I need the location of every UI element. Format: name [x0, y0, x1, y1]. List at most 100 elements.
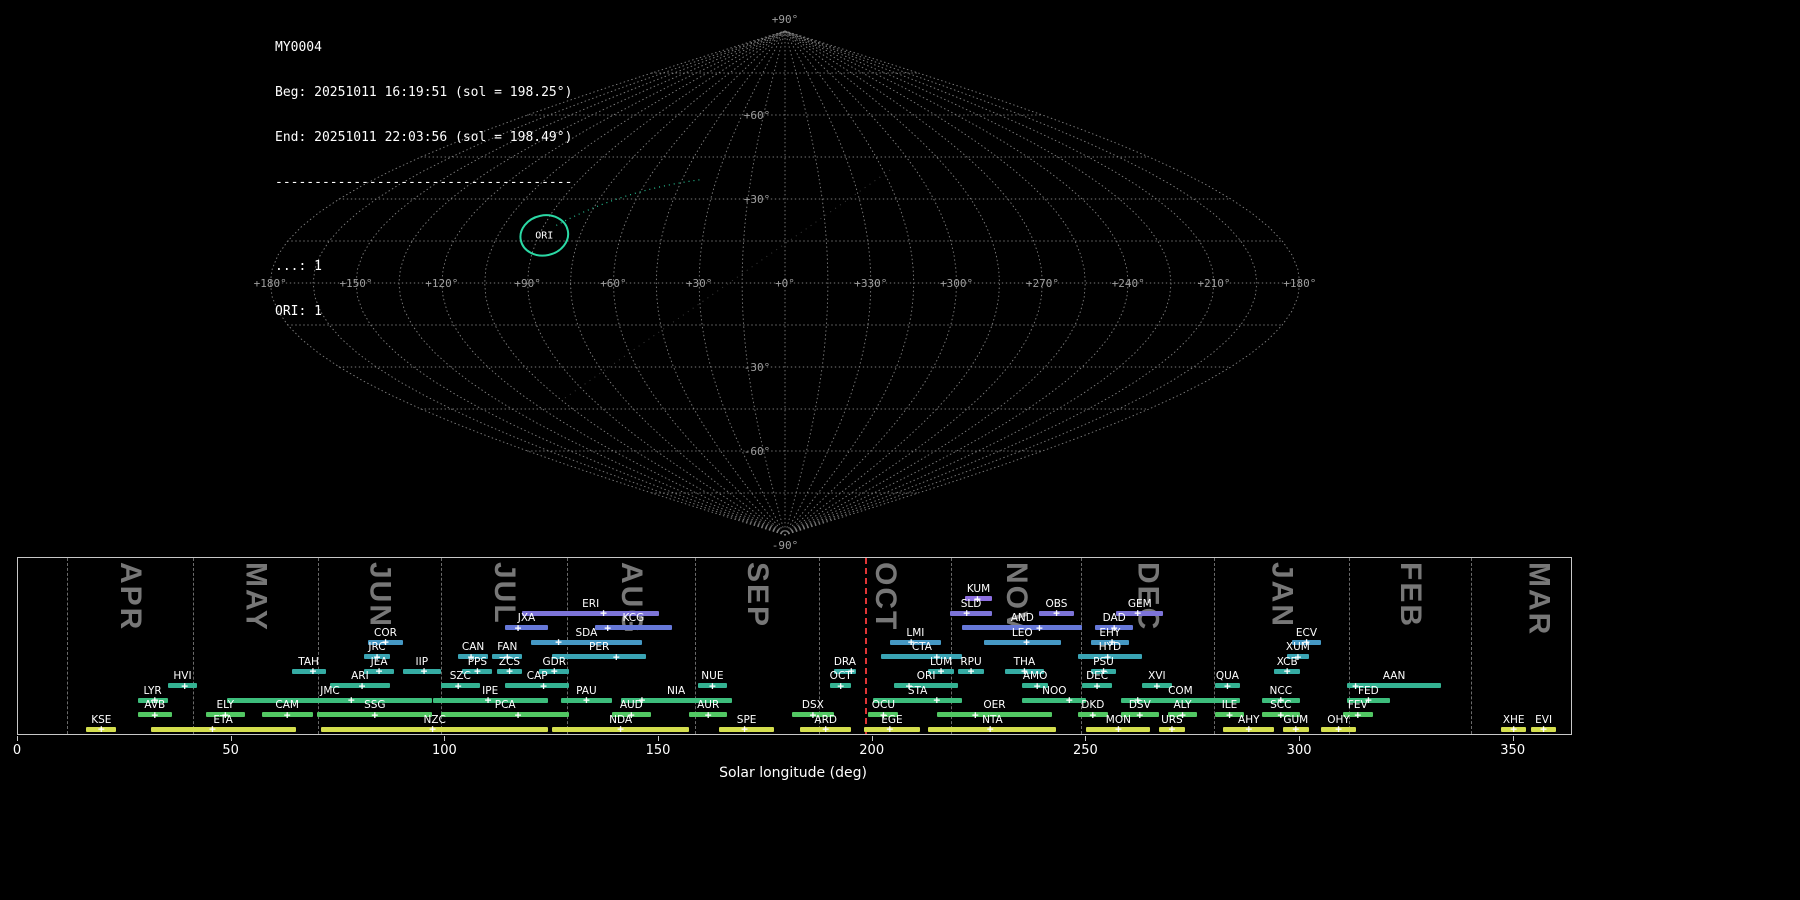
shower-peak-kse: +: [98, 724, 105, 735]
shower-bar-sda: [531, 640, 642, 645]
month-boundary-line: [67, 558, 68, 734]
shower-peak-iip: +: [421, 666, 428, 677]
shower-peak-jea: +: [376, 666, 383, 677]
shower-peak-szc: +: [455, 680, 462, 691]
shower-peak-xcb: +: [1284, 666, 1291, 677]
count-sporadic: ...: 1: [275, 259, 572, 274]
shower-bar-noo: [1022, 698, 1086, 703]
shower-peak-ahy: +: [1245, 724, 1252, 735]
observation-begin: Beg: 20251011 16:19:51 (sol = 198.25°): [275, 85, 572, 100]
shower-peak-kcg: +: [604, 622, 611, 633]
shower-peak-ard: +: [822, 724, 829, 735]
shower-peak-jmc: +: [348, 695, 355, 706]
radiant-drift-trail: [556, 179, 703, 225]
shower-peak-evi: +: [1540, 724, 1547, 735]
shower-label-eta: ETA: [213, 714, 232, 726]
shower-peak-ipe: +: [485, 695, 492, 706]
shower-peak-mon: +: [1115, 724, 1122, 735]
shower-peak-zcs: +: [506, 666, 513, 677]
x-tick-mark: [231, 736, 232, 741]
x-tick-mark: [1513, 736, 1514, 741]
shower-bar-eta: [151, 727, 296, 732]
month-label-apr: APR: [113, 562, 147, 631]
shower-peak-rpu: +: [968, 666, 975, 677]
lon-label: +300°: [940, 277, 973, 290]
lon-label: +210°: [1197, 277, 1230, 290]
x-tick-mark: [17, 736, 18, 741]
shower-label-nia: NIA: [667, 685, 685, 697]
x-tick-mark: [1299, 736, 1300, 741]
info-separator: --------------------------------------: [275, 175, 572, 190]
shower-label-jmc: JMC: [320, 685, 340, 697]
shower-peak-obs: +: [1053, 608, 1060, 619]
shower-label-ori: ORI: [917, 670, 936, 682]
x-tick-label: 300: [1287, 743, 1312, 758]
shower-peak-fev: +: [1354, 709, 1361, 720]
shower-peak-xhe: +: [1510, 724, 1517, 735]
x-tick-mark: [872, 736, 873, 741]
shower-peak-nta: +: [987, 724, 994, 735]
shower-peak-gum: +: [1292, 724, 1299, 735]
shower-label-eri: ERI: [582, 598, 599, 610]
x-tick-mark: [658, 736, 659, 741]
shower-label-per: PER: [589, 641, 609, 653]
shower-label-com: COM: [1168, 685, 1193, 697]
month-label-may: MAY: [238, 562, 272, 632]
observation-end: End: 20251011 22:03:56 (sol = 198.49°): [275, 130, 572, 145]
shower-peak-urs: +: [1169, 724, 1176, 735]
x-tick-label: 100: [432, 743, 457, 758]
month-label-mar: MAR: [1521, 562, 1555, 636]
shower-peak-pca: +: [515, 709, 522, 720]
shower-peak-lum: +: [938, 666, 945, 677]
shower-peak-xvi: +: [1154, 680, 1161, 691]
shower-peak-pau: +: [583, 695, 590, 706]
shower-peak-ssg: +: [371, 709, 378, 720]
lat-label: -90°: [772, 539, 799, 552]
shower-label-cta: CTA: [912, 641, 932, 653]
month-label-jan: JAN: [1264, 562, 1298, 628]
shower-peak-ile: +: [1226, 709, 1233, 720]
x-tick-label: 0: [13, 743, 21, 758]
shower-peak-sld: +: [963, 608, 970, 619]
month-label-sep: SEP: [740, 562, 774, 628]
shower-bar-jxa: [505, 625, 548, 630]
x-axis-label: Solar longitude (deg): [719, 765, 867, 781]
shower-label-sda: SDA: [576, 627, 598, 639]
x-tick-label: 200: [859, 743, 884, 758]
shower-peak-per: +: [613, 651, 620, 662]
timeline-plot-area: APRMAYJUNJULAUGSEPOCTNOVDECJANFEBMARKUM+…: [17, 557, 1572, 735]
shower-peak-noo: +: [1066, 695, 1073, 706]
month-boundary-line: [1214, 558, 1215, 734]
shower-peak-and: +: [1036, 622, 1043, 633]
shower-peak-cap: +: [540, 680, 547, 691]
shower-label-and: AND: [1011, 612, 1034, 624]
shower-peak-tah: +: [310, 666, 317, 677]
shower-peak-aur: +: [705, 709, 712, 720]
shower-peak-cam: +: [284, 709, 291, 720]
shower-peak-leo: +: [1023, 637, 1030, 648]
month-label-jun: JUN: [363, 562, 397, 628]
shower-bar-per: [552, 654, 646, 659]
map-info-block: MY0004 Beg: 20251011 16:19:51 (sol = 198…: [275, 10, 572, 334]
x-tick-mark: [1085, 736, 1086, 741]
month-boundary-line: [567, 558, 568, 734]
shower-bar-pca: [441, 712, 569, 717]
shower-peak-avb: +: [151, 709, 158, 720]
lon-label: +180°: [1283, 277, 1316, 290]
lon-label: +30°: [686, 277, 713, 290]
x-tick-label: 50: [222, 743, 239, 758]
shower-bar-jmc: [227, 698, 432, 703]
month-boundary-line: [318, 558, 319, 734]
lat-label: -30°: [744, 361, 771, 374]
shower-label-pca: PCA: [495, 699, 516, 711]
x-tick-label: 150: [646, 743, 671, 758]
lon-label: +270°: [1026, 277, 1059, 290]
lat-label: +30°: [744, 193, 771, 206]
lat-label: +90°: [772, 13, 799, 26]
shower-peak-spe: +: [741, 724, 748, 735]
shower-session-id: MY0004: [275, 40, 572, 55]
shower-peak-oer: +: [972, 709, 979, 720]
shower-peak-nda: +: [617, 724, 624, 735]
shower-peak-jxa: +: [515, 622, 522, 633]
activity-timeline: APRMAYJUNJULAUGSEPOCTNOVDECJANFEBMARKUM+…: [0, 555, 1800, 795]
